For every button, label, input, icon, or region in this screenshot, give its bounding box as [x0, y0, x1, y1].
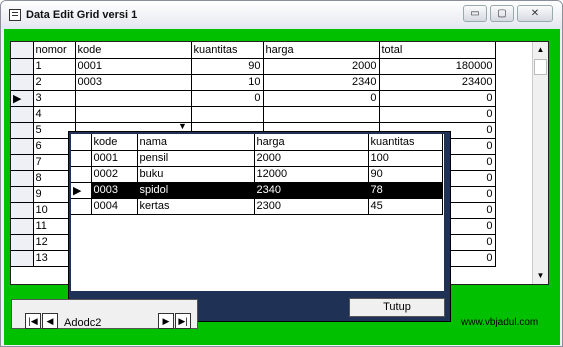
cell-kode-editing[interactable] [75, 90, 192, 107]
current-row-arrow-icon: ▶ [11, 90, 34, 107]
grid-vertical-scrollbar[interactable]: ▲ ▼ [532, 42, 548, 284]
list-item[interactable]: 0002 buku 12000 90 [71, 166, 443, 183]
website-label: www.vbjadul.com [461, 317, 539, 328]
row-selector[interactable] [11, 106, 34, 123]
table-row[interactable]: 40 [11, 106, 496, 123]
row-selector[interactable] [11, 186, 34, 203]
navigator-caption: Adodc2 [64, 317, 102, 329]
cell-nomor[interactable]: 4 [33, 106, 76, 123]
lookup-header-row: kode nama harga kuantitas [71, 134, 443, 151]
cell-kuantitas[interactable]: 0 [191, 90, 264, 107]
maximize-button[interactable]: ▢ [490, 5, 514, 22]
cell-kuantitas[interactable]: 10 [191, 74, 264, 91]
scroll-up-arrow-icon[interactable]: ▲ [533, 42, 548, 58]
current-row-arrow-icon: ▶ [71, 182, 92, 199]
first-record-icon[interactable]: |◀ [25, 313, 41, 329]
cell-harga[interactable]: 2340 [263, 74, 380, 91]
row-selector[interactable] [11, 154, 34, 171]
cell-kode[interactable]: 0001 [75, 58, 192, 75]
scroll-thumb[interactable] [534, 59, 547, 75]
row-selector[interactable] [11, 170, 34, 187]
window-title: Data Edit Grid versi 1 [26, 9, 138, 21]
row-selector[interactable] [11, 58, 34, 75]
lookup-header-harga[interactable]: harga [254, 134, 369, 151]
tutup-button[interactable]: Tutup [349, 298, 445, 317]
list-item[interactable]: 0004 kertas 2300 45 [71, 198, 443, 215]
row-selector[interactable] [71, 198, 92, 215]
table-row[interactable]: 1 0001 90 2000 180000 [11, 58, 496, 75]
column-header-total[interactable]: total [379, 42, 496, 59]
row-selector[interactable] [11, 234, 34, 251]
column-header-kode[interactable]: kode [75, 42, 192, 59]
adodc-navigator: |◀ ◀ Adodc2 ▶ ▶| [11, 299, 198, 329]
previous-record-icon[interactable]: ◀ [42, 313, 58, 329]
grid-corner [11, 42, 34, 59]
cell-kode[interactable]: 0003 [75, 74, 192, 91]
app-icon [9, 9, 21, 21]
cell-harga[interactable]: 0 [263, 90, 380, 107]
cell-nomor[interactable]: 1 [33, 58, 76, 75]
lookup-grid[interactable]: kode nama harga kuantitas 0001 pensil 20… [71, 134, 444, 291]
title-bar: Data Edit Grid versi 1 ▭ ▢ ✕ [1, 1, 562, 29]
row-selector[interactable] [11, 218, 34, 235]
lookup-corner [71, 134, 92, 151]
list-item[interactable]: 0001 pensil 2000 100 [71, 150, 443, 167]
row-selector[interactable] [11, 138, 34, 155]
lookup-header-nama[interactable]: nama [137, 134, 255, 151]
cell-kuantitas[interactable]: 90 [191, 58, 264, 75]
dropdown-arrow-icon[interactable]: ▼ [178, 121, 190, 131]
minimize-button[interactable]: ▭ [463, 5, 487, 22]
cell-total[interactable]: 0 [379, 90, 496, 107]
lookup-dropdown-panel: kode nama harga kuantitas 0001 pensil 20… [68, 131, 451, 322]
lookup-table: kode nama harga kuantitas 0001 pensil 20… [71, 134, 443, 215]
table-row[interactable]: 2 0003 10 2340 23400 [11, 74, 496, 91]
row-selector[interactable] [71, 166, 92, 183]
column-header-harga[interactable]: harga [263, 42, 380, 59]
row-selector[interactable] [11, 74, 34, 91]
last-record-icon[interactable]: ▶| [175, 313, 191, 329]
cell-total[interactable]: 180000 [379, 58, 496, 75]
lookup-header-kuantitas[interactable]: kuantitas [368, 134, 443, 151]
grid-header-row: nomor kode kuantitas harga total [11, 42, 496, 59]
cell-nomor[interactable]: 3 [33, 90, 76, 107]
cell-harga[interactable]: 2000 [263, 58, 380, 75]
cell-total[interactable]: 0 [379, 106, 496, 123]
row-selector[interactable] [11, 250, 34, 267]
app-window: Data Edit Grid versi 1 ▭ ▢ ✕ nomor kode … [0, 0, 563, 347]
column-header-nomor[interactable]: nomor [33, 42, 76, 59]
list-item-selected[interactable]: ▶ 0003 spidol 2340 78 [71, 182, 443, 199]
lookup-header-kode[interactable]: kode [91, 134, 138, 151]
next-record-icon[interactable]: ▶ [158, 313, 174, 329]
close-button[interactable]: ✕ [517, 5, 553, 22]
scroll-down-arrow-icon[interactable]: ▼ [533, 268, 548, 284]
row-selector[interactable] [71, 150, 92, 167]
column-header-kuantitas[interactable]: kuantitas [191, 42, 264, 59]
row-selector[interactable] [11, 202, 34, 219]
cell-total[interactable]: 23400 [379, 74, 496, 91]
cell-nomor[interactable]: 2 [33, 74, 76, 91]
table-row-current[interactable]: ▶ 3 0 0 0 [11, 90, 496, 107]
row-selector[interactable] [11, 122, 34, 139]
